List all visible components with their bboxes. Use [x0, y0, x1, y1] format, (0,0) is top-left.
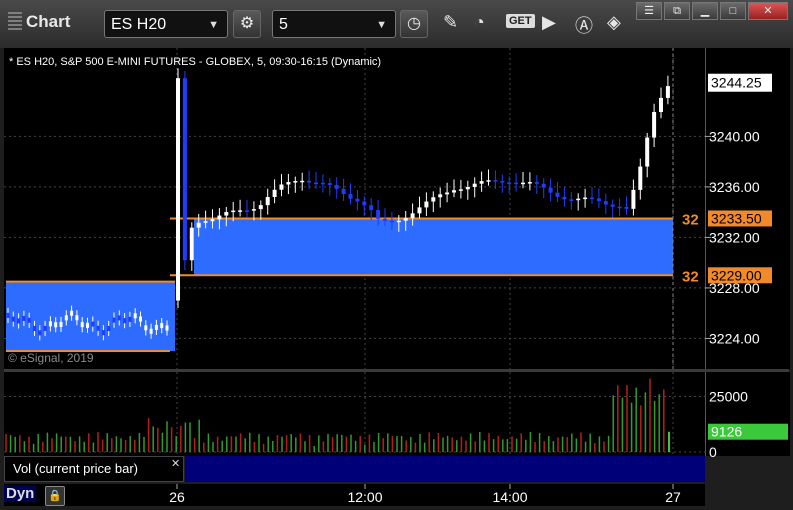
time-axis-svg: 26 12:00 14:00 27	[169, 484, 681, 505]
dynamic-mode-label[interactable]: Dyn	[4, 485, 37, 502]
lock-icon[interactable]: 🔒	[45, 486, 65, 506]
time-tick-label: 12:00	[347, 489, 382, 505]
time-tick-label: 14:00	[492, 489, 527, 505]
time-tick-label: 26	[169, 489, 185, 505]
time-tick-label: 27	[665, 489, 681, 505]
